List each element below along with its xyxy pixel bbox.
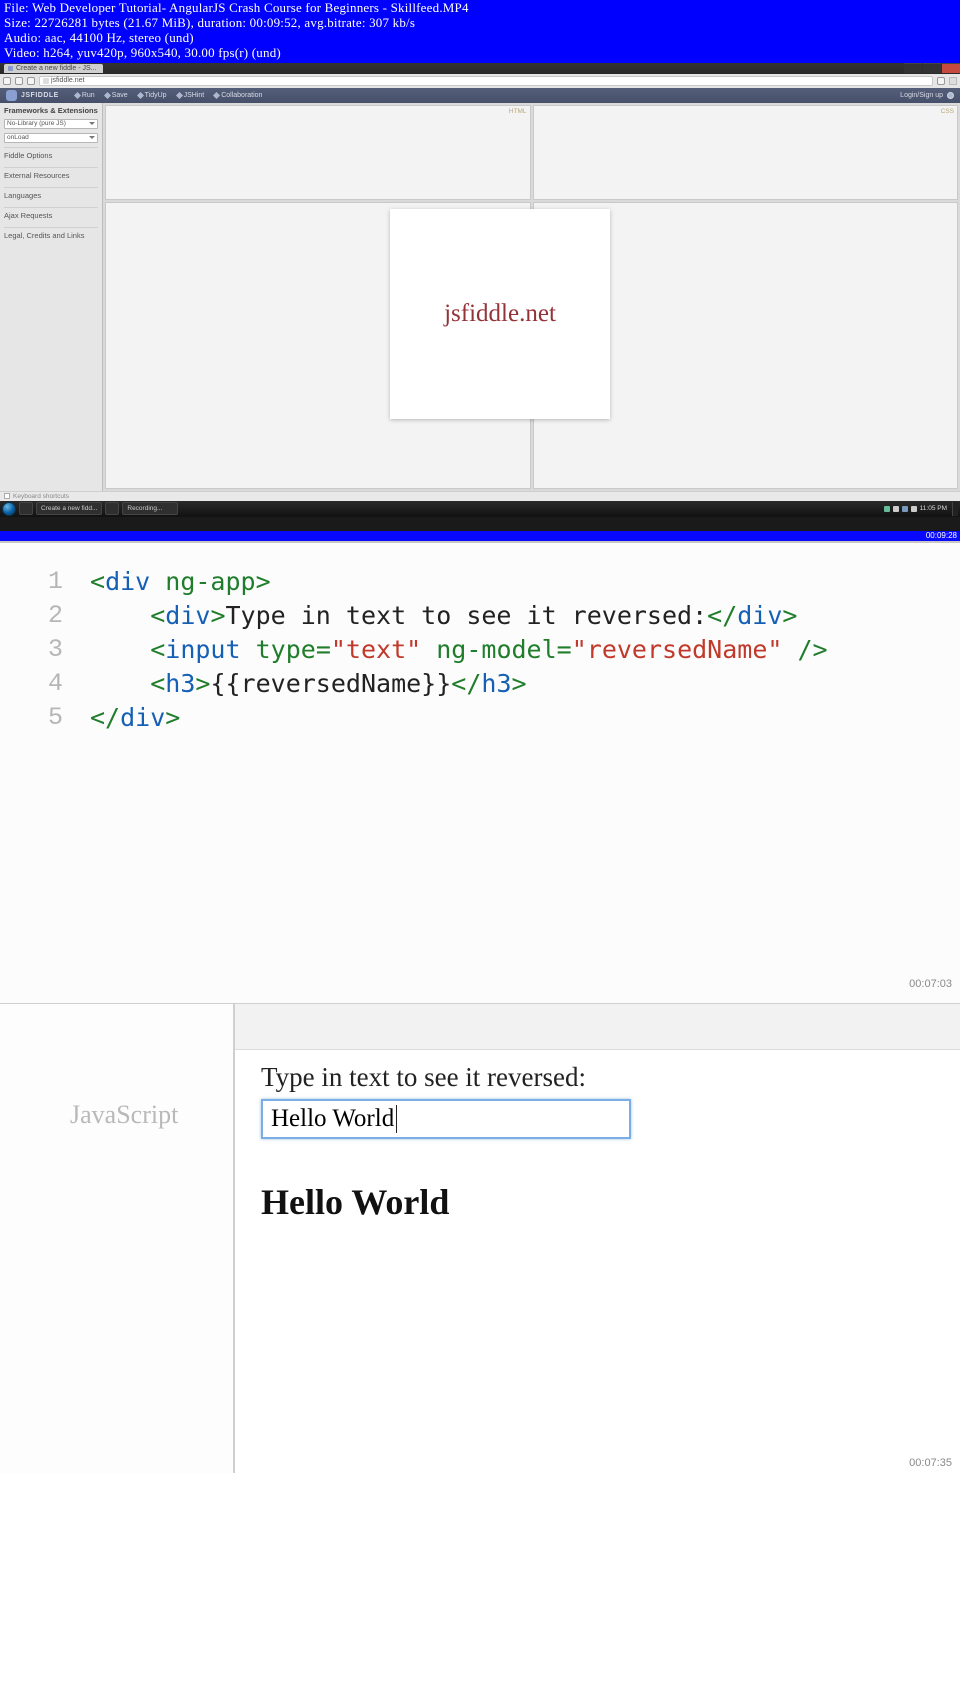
code-content: <div ng-app> <div>Type in text to see it…: [90, 565, 960, 735]
reload-button[interactable]: [27, 77, 35, 85]
tray-icon[interactable]: [902, 506, 908, 512]
tray-icon[interactable]: [884, 506, 890, 512]
taskbar-item-recorder[interactable]: Recording...: [122, 502, 178, 515]
status-checkbox[interactable]: [4, 493, 10, 499]
jsfiddle-logo[interactable]: JSFIDDLE: [6, 90, 59, 101]
media-size: Size: 22726281 bytes (21.67 MiB), durati…: [4, 16, 956, 31]
bound-output: Hello World: [261, 1181, 944, 1223]
player-timestamp: 00:09:28: [0, 531, 960, 541]
pane-tag-css: CSS: [941, 108, 954, 115]
collab-button[interactable]: Collaboration: [214, 92, 262, 99]
sidebar-item-fiddle-options[interactable]: Fiddle Options: [4, 147, 98, 163]
result-tab-band: [235, 1004, 960, 1050]
overlay-card: jsfiddle.net: [390, 209, 610, 419]
sidebar-item-ajax-requests[interactable]: Ajax Requests: [4, 207, 98, 223]
jsfiddle-toolbar: JSFIDDLE Run Save TidyUp JSHint Collabor…: [0, 88, 960, 103]
library-select[interactable]: No-Library (pure JS): [4, 119, 98, 129]
media-audio: Audio: aac, 44100 Hz, stereo (und): [4, 31, 956, 46]
taskbar-explorer-icon[interactable]: [105, 502, 119, 515]
wrap-select-value: onLoad: [7, 134, 29, 142]
library-select-value: No-Library (pure JS): [7, 120, 66, 128]
address-bar: jsfiddle.net: [0, 74, 960, 88]
line-number: 1: [0, 565, 63, 599]
media-file: File: Web Developer Tutorial- AngularJS …: [4, 1, 956, 16]
reversed-name-input[interactable]: Hello World: [261, 1099, 631, 1139]
window-controls: [903, 63, 960, 74]
user-icon: [947, 92, 954, 99]
overlay-text: jsfiddle.net: [444, 300, 556, 328]
media-video: Video: h264, yuv420p, 960x540, 30.00 fps…: [4, 46, 956, 61]
sidebar-item-external-resources[interactable]: External Resources: [4, 167, 98, 183]
back-button[interactable]: [3, 77, 11, 85]
js-pane-label: JavaScript: [70, 1100, 178, 1130]
show-desktop-button[interactable]: [952, 502, 958, 516]
line-number: 2: [0, 599, 63, 633]
maximize-button[interactable]: [923, 63, 941, 73]
start-orb[interactable]: [2, 502, 16, 516]
url-input[interactable]: jsfiddle.net: [39, 76, 933, 86]
player-timestamp: 00:07:03: [909, 967, 952, 1001]
sidebar-title: Frameworks & Extensions: [4, 106, 98, 115]
prompt-text: Type in text to see it reversed:: [261, 1062, 944, 1093]
css-pane[interactable]: CSS: [533, 105, 959, 200]
brand-text: JSFIDDLE: [21, 92, 59, 99]
bookmark-button[interactable]: [937, 77, 945, 85]
windows-taskbar: Create a new fidd... Recording... 11:05 …: [0, 501, 960, 517]
jsfiddle-sidebar: Frameworks & Extensions No-Library (pure…: [0, 103, 103, 491]
result-preview-zoom: JavaScript Type in text to see it revers…: [0, 1003, 960, 1473]
forward-button[interactable]: [15, 77, 23, 85]
tidy-button[interactable]: TidyUp: [138, 92, 167, 99]
cloud-icon: [6, 90, 17, 101]
browser-screenshot: Create a new fiddle - JS... jsfiddle.net…: [0, 63, 960, 531]
browser-menu-button[interactable]: [949, 77, 957, 85]
jshint-button[interactable]: JSHint: [177, 92, 205, 99]
js-pane-sliver: JavaScript: [0, 1004, 235, 1473]
pane-tag-html: HTML: [509, 108, 527, 115]
pane-tab-ghost: [18, 1022, 198, 1060]
player-timestamp: 00:07:35: [909, 1457, 952, 1469]
code-editor-zoom[interactable]: 1 2 3 4 5 <div ng-app> <div>Type in text…: [0, 541, 960, 1003]
sidebar-item-legal[interactable]: Legal, Credits and Links: [4, 227, 98, 243]
result-output: Type in text to see it reversed: Hello W…: [235, 1004, 960, 1473]
sidebar-item-languages[interactable]: Languages: [4, 187, 98, 203]
window-tabstrip: Create a new fiddle - JS...: [0, 63, 960, 74]
login-link[interactable]: Login/Sign up: [900, 92, 943, 99]
save-button[interactable]: Save: [105, 92, 128, 99]
line-number: 4: [0, 667, 63, 701]
close-button[interactable]: [942, 63, 960, 73]
taskbar-chrome-icon[interactable]: [19, 502, 33, 515]
text-caret-icon: [396, 1105, 397, 1133]
url-text: jsfiddle.net: [51, 77, 84, 85]
tray-clock[interactable]: 11:05 PM: [920, 506, 947, 513]
run-button[interactable]: Run: [75, 92, 95, 99]
status-text: Keyboard shortcuts: [13, 493, 69, 500]
tray-icon[interactable]: [911, 506, 917, 512]
tab-title: Create a new fiddle - JS...: [16, 64, 97, 73]
wrap-select[interactable]: onLoad: [4, 133, 98, 143]
line-number: 3: [0, 633, 63, 667]
browser-tab[interactable]: Create a new fiddle - JS...: [4, 64, 103, 73]
input-value: Hello World: [271, 1105, 394, 1133]
jsfiddle-actions: Run Save TidyUp JSHint Collaboration: [75, 92, 263, 99]
line-gutter: 1 2 3 4 5: [0, 565, 75, 735]
jsfiddle-statusbar: Keyboard shortcuts: [0, 491, 960, 501]
taskbar-item-browser[interactable]: Create a new fidd...: [36, 502, 102, 515]
media-info-overlay: File: Web Developer Tutorial- AngularJS …: [0, 0, 960, 63]
tray-icon[interactable]: [893, 506, 899, 512]
line-number: 5: [0, 701, 63, 735]
minimize-button[interactable]: [904, 63, 922, 73]
html-pane[interactable]: HTML: [105, 105, 531, 200]
